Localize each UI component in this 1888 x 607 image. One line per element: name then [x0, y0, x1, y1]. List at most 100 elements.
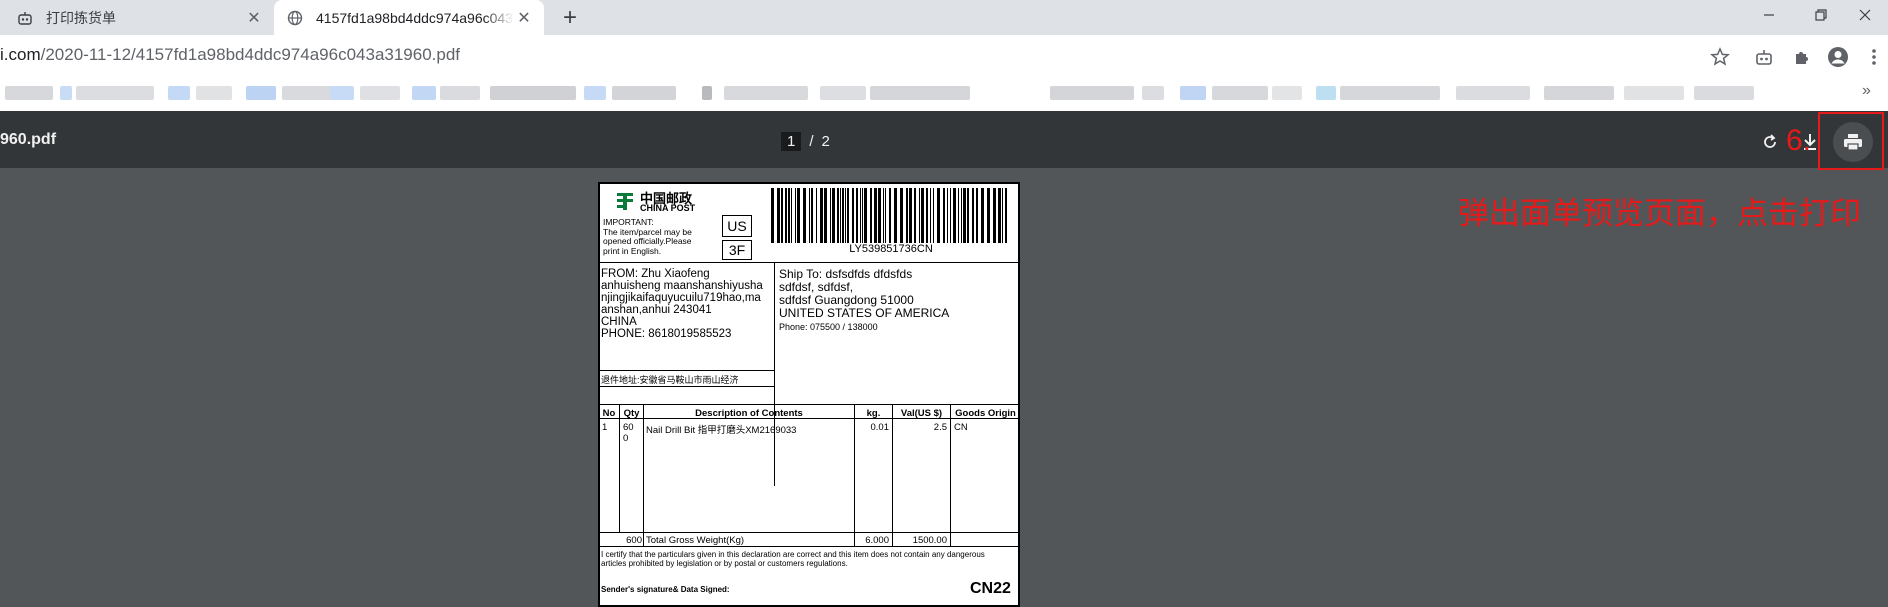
barcode-bar: [803, 188, 806, 243]
form-code: CN22: [970, 580, 1011, 597]
new-tab-button[interactable]: +: [557, 4, 583, 31]
bookmark-item[interactable]: [1180, 86, 1206, 100]
bookmark-item[interactable]: [1212, 86, 1268, 100]
rotate-button[interactable]: [1759, 131, 1781, 153]
divider: [598, 386, 775, 387]
barcode-bar: [950, 188, 951, 243]
menu-kebab-icon[interactable]: [1862, 45, 1886, 69]
bookmark-item[interactable]: [702, 86, 712, 100]
profile-avatar-icon[interactable]: [1826, 45, 1850, 69]
tab-picking-list[interactable]: 打印拣货单 ✕: [0, 0, 274, 35]
bookmark-item[interactable]: [1316, 86, 1336, 100]
pdf-title: 960.pdf: [0, 131, 57, 148]
restore-button[interactable]: [1798, 0, 1844, 30]
barcode-bar: [900, 188, 903, 243]
bookmark-item[interactable]: [330, 86, 354, 100]
bookmark-star-icon[interactable]: [1708, 45, 1732, 69]
bookmark-item[interactable]: [584, 86, 606, 100]
url-path: /2020-11-12/4157fd1a98bd4ddc974a96c043a3…: [40, 45, 461, 64]
bookmark-item[interactable]: [612, 86, 676, 100]
signature-line: Sender's signature& Data Signed:: [601, 585, 730, 594]
divider: [619, 404, 620, 532]
bookmark-item[interactable]: [1456, 86, 1530, 100]
page-separator: /: [809, 132, 814, 150]
close-window-button[interactable]: [1842, 0, 1888, 30]
print-button[interactable]: [1833, 122, 1873, 162]
divider: [950, 404, 951, 546]
barcode-bar: [837, 188, 839, 243]
barcode-bar: [878, 188, 881, 243]
bookmark-item[interactable]: [1694, 86, 1754, 100]
barcode-bar: [816, 188, 817, 243]
divider: [643, 404, 644, 546]
barcode-bar: [870, 188, 872, 243]
bookmark-item[interactable]: [724, 86, 808, 100]
barcode-bar: [1002, 188, 1003, 243]
row-desc: Nail Drill Bit 指甲打磨头XM2169033: [646, 425, 797, 436]
current-page-input[interactable]: 1: [781, 131, 802, 151]
return-address: 退件地址:安徽省马鞍山市雨山经济: [601, 375, 739, 385]
tab-title: 4157fd1a98bd4ddc974a96c043a31960.pdf: [316, 9, 514, 26]
divider: [774, 262, 775, 486]
total-qty: 600: [626, 535, 642, 546]
tab-pdf[interactable]: 4157fd1a98bd4ddc974a96c043a31960.pdf ✕: [274, 0, 544, 35]
bookmark-item[interactable]: [196, 86, 232, 100]
pdf-toolbar: [0, 111, 1888, 168]
bookmark-item[interactable]: [820, 86, 866, 100]
extension-robot-icon[interactable]: [1752, 45, 1776, 69]
bookmark-item[interactable]: [76, 86, 154, 100]
bookmark-item[interactable]: [1340, 86, 1440, 100]
barcode-bar: [906, 188, 908, 243]
bookmark-item[interactable]: [5, 86, 53, 100]
barcode-bar: [842, 188, 844, 243]
bookmark-item[interactable]: [168, 86, 190, 100]
bookmark-item[interactable]: [1544, 86, 1614, 100]
bookmark-item[interactable]: [1142, 86, 1164, 100]
bookmark-item[interactable]: [1050, 86, 1134, 100]
bookmark-item[interactable]: [490, 86, 576, 100]
address-bar[interactable]: i.com/2020-11-12/4157fd1a98bd4ddc974a96c…: [0, 37, 1740, 73]
url-host: i.com: [0, 45, 41, 64]
recipient-address: Ship To: dsfsdfds dfdsfds sdfdsf, sdfdsf…: [779, 267, 950, 320]
close-icon[interactable]: ✕: [244, 8, 264, 28]
barcode-bar: [958, 188, 959, 243]
bookmark-item[interactable]: [1624, 86, 1684, 100]
barcode-bar: [998, 188, 1001, 243]
bookmarks-overflow-button[interactable]: »: [1862, 82, 1871, 100]
barcode-bar: [771, 188, 774, 243]
barcode-bar: [795, 188, 796, 243]
barcode-bar: [943, 188, 945, 243]
tab-title: 打印拣货单: [46, 9, 116, 26]
zone-code: 3F: [728, 242, 746, 258]
logo-english: CHINA POST: [640, 203, 696, 213]
barcode-bar: [811, 188, 813, 243]
barcode-bar: [993, 188, 996, 243]
col-header-origin: Goods Origin: [955, 408, 1016, 419]
barcode-bar: [961, 188, 962, 243]
barcode-bar: [820, 188, 823, 243]
barcode-bar: [809, 188, 810, 243]
bookmark-item[interactable]: [246, 86, 276, 100]
extensions-puzzle-icon[interactable]: [1790, 45, 1814, 69]
barcode-bar: [976, 188, 978, 243]
sender-address: FROM: Zhu Xiaofeng anhuisheng maanshansh…: [601, 268, 763, 340]
barcode-bar: [824, 188, 827, 243]
bookmark-item[interactable]: [870, 86, 970, 100]
barcode-bar: [933, 188, 934, 243]
divider: [598, 404, 1020, 405]
col-header-kg: kg.: [866, 408, 881, 419]
barcode-bar: [947, 188, 948, 243]
barcode-bar: [830, 188, 831, 243]
minimize-button[interactable]: [1746, 0, 1792, 30]
total-val: 1500.00: [912, 535, 947, 546]
barcode-bar: [864, 188, 867, 243]
bookmark-item[interactable]: [60, 86, 72, 100]
bookmark-item[interactable]: [440, 86, 480, 100]
bookmark-item[interactable]: [360, 86, 400, 100]
bookmark-item[interactable]: [1272, 86, 1302, 100]
tracking-barcode: [771, 188, 1007, 243]
close-icon[interactable]: ✕: [514, 8, 534, 28]
bookmark-item[interactable]: [412, 86, 436, 100]
divider: [598, 532, 1020, 533]
barcode-bar: [860, 188, 861, 243]
